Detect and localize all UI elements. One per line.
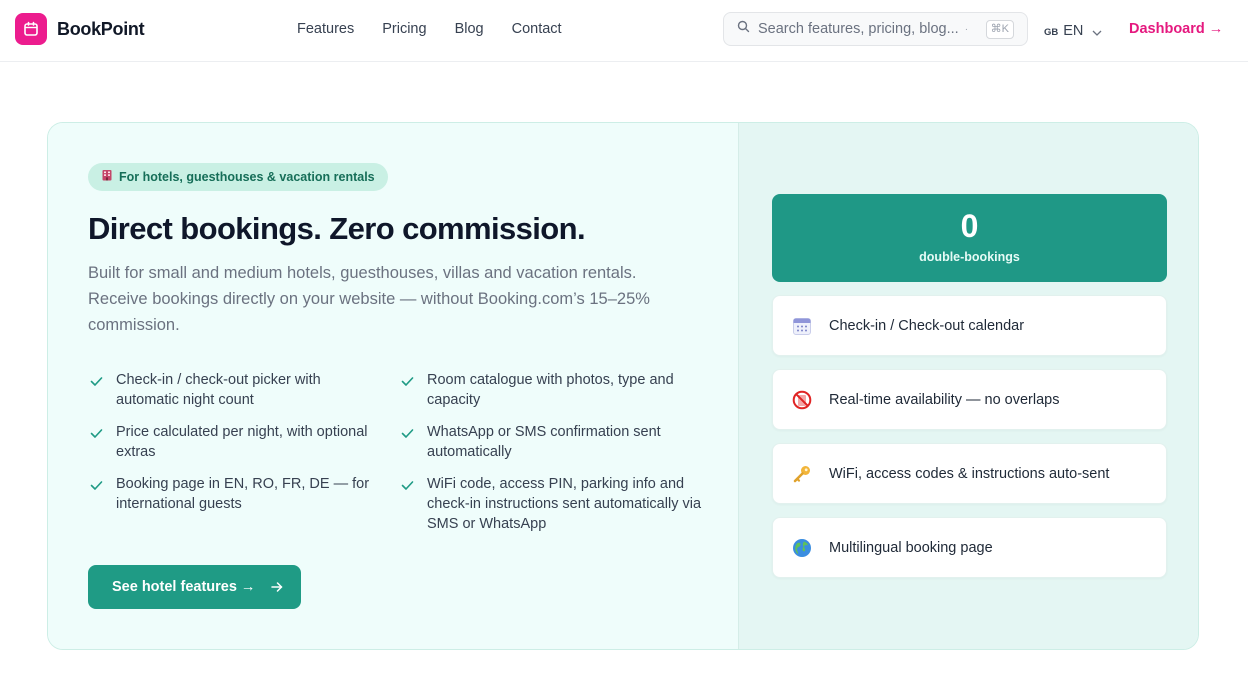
hotel-icon [101, 168, 113, 186]
feature-text: Check-in / check-out picker with automat… [116, 372, 321, 408]
language-code: EN [1063, 23, 1084, 39]
hero-description: Built for small and medium hotels, guest… [88, 264, 650, 334]
check-icon [90, 478, 103, 496]
benefit-label: Multilingual booking page [829, 539, 993, 556]
search-separator-dot: · [964, 23, 969, 35]
benefit-label: Check-in / Check-out calendar [829, 317, 1025, 334]
nav-link-features[interactable]: Features [297, 20, 354, 38]
calendar-logo-icon [15, 13, 47, 45]
arrow-right-icon [271, 579, 283, 597]
hotel-hero-card: For hotels, guesthouses & vacation renta… [47, 122, 1199, 650]
check-icon [90, 426, 103, 444]
check-icon [401, 374, 414, 392]
feature-item: WhatsApp or SMS confirmation sent automa… [401, 422, 691, 462]
language-selector[interactable]: GB EN [1044, 21, 1102, 41]
feature-item: Booking page in EN, RO, FR, DE — for int… [90, 474, 385, 514]
feature-text: Price calculated per night, with optiona… [116, 424, 368, 460]
nav-link-pricing[interactable]: Pricing [382, 20, 426, 38]
feature-text: WhatsApp or SMS confirmation sent automa… [427, 424, 661, 460]
benefit-card-calendar: Check-in / Check-out calendar [772, 295, 1167, 356]
benefit-card-access: WiFi, access codes & instructions auto-s… [772, 443, 1167, 504]
flag-gb-icon: GB [1044, 26, 1059, 38]
benefit-label: WiFi, access codes & instructions auto-s… [829, 465, 1110, 482]
benefit-card-multilingual: Multilingual booking page [772, 517, 1167, 578]
brand-logo[interactable]: BookPoint [15, 13, 145, 45]
check-icon [401, 478, 414, 496]
feature-text: WiFi code, access PIN, parking info and … [427, 476, 702, 532]
brand-name: BookPoint [57, 18, 145, 39]
check-icon [90, 374, 103, 392]
chevron-down-icon [1092, 23, 1102, 41]
search-placeholder: Search features, pricing, blog... [758, 21, 959, 37]
feature-item: Price calculated per night, with optiona… [90, 422, 385, 462]
globe-icon [792, 538, 812, 558]
hero-title: Direct bookings. Zero commission. [88, 211, 586, 246]
benefit-card-availability: Real-time availability — no overlaps [772, 369, 1167, 430]
feature-item: WiFi code, access PIN, parking info and … [401, 474, 701, 534]
double-bookings-stat: 0 double-bookings [772, 194, 1167, 282]
stat-label: double-bookings [919, 250, 1020, 264]
dashboard-link[interactable]: Dashboard → [1129, 20, 1223, 38]
search-shortcut-badge: ⌘K [985, 20, 1014, 39]
feature-item: Room catalogue with photos, type and cap… [401, 370, 691, 410]
audience-badge-label: For hotels, guesthouses & vacation renta… [119, 170, 375, 184]
cta-label: See hotel features → [112, 579, 256, 595]
benefit-label: Real-time availability — no overlaps [829, 391, 1060, 408]
see-hotel-features-button[interactable]: See hotel features → [88, 565, 301, 609]
nav-link-contact[interactable]: Contact [512, 20, 562, 38]
audience-badge: For hotels, guesthouses & vacation renta… [88, 163, 388, 191]
main-nav: Features Pricing Blog Contact [297, 20, 590, 38]
nav-link-blog[interactable]: Blog [455, 20, 484, 38]
feature-item: Check-in / check-out picker with automat… [90, 370, 360, 410]
search-input[interactable]: Search features, pricing, blog... · ⌘K [723, 12, 1028, 46]
search-icon [737, 20, 750, 38]
hero-left-panel: For hotels, guesthouses & vacation renta… [48, 123, 738, 649]
feature-text: Booking page in EN, RO, FR, DE — for int… [116, 476, 370, 512]
key-icon [792, 464, 812, 484]
feature-text: Room catalogue with photos, type and cap… [427, 372, 674, 408]
calendar-icon [792, 316, 812, 336]
stat-value: 0 [960, 208, 979, 244]
hero-right-panel: 0 double-bookings Check-in / Check-out c… [738, 123, 1198, 649]
top-navigation-bar: BookPoint Features Pricing Blog Contact … [0, 0, 1248, 62]
check-icon [401, 426, 414, 444]
no-entry-icon [792, 390, 812, 410]
